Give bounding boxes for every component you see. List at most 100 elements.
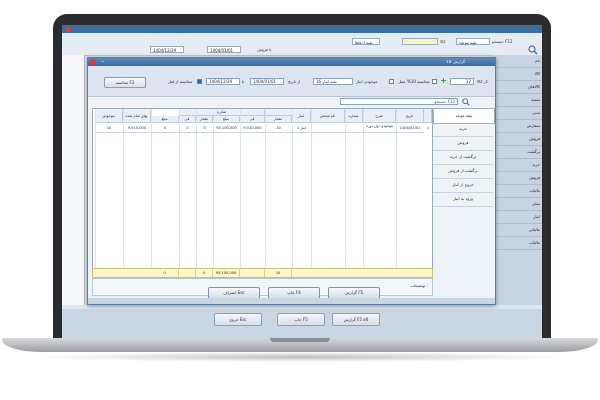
inventory-checkbox[interactable] — [389, 79, 394, 84]
tax-label: محاسبه 10% عمل — [398, 79, 430, 84]
bg-menu-item[interactable]: کالاهای — [492, 81, 542, 94]
table-header[interactable]: مقدار — [265, 116, 292, 123]
notes-panel: توضیحات : — [92, 278, 433, 296]
table-cell[interactable]: انبار 1 — [292, 123, 311, 133]
from-date-label: از تاریخ — [288, 79, 301, 84]
search-icon[interactable] — [528, 45, 538, 55]
bg-menu-item[interactable]: سایر — [492, 198, 542, 211]
table-header[interactable]: موجودی — [95, 109, 123, 123]
table-header[interactable]: مقدار — [196, 116, 213, 123]
table-header[interactable]: فی — [240, 116, 265, 123]
table-cell[interactable]: 9,510,000 — [240, 123, 265, 133]
calc-before-label: محاسبه از قبل — [168, 79, 193, 84]
table-cell[interactable]: 9,510,000 — [123, 123, 151, 133]
grid-line — [123, 109, 124, 269]
bg-check-label: تا فروش — [257, 47, 272, 52]
add-icon[interactable]: + — [440, 77, 447, 85]
bg-period-field[interactable]: بقیه ادعاها — [352, 38, 380, 45]
header-group-out: صادره — [179, 109, 265, 116]
from-date-input[interactable]: 1404/01/01 — [250, 78, 284, 85]
bg-menu-item[interactable]: مالیات — [492, 185, 542, 198]
grid-line — [311, 109, 312, 269]
bg-menu-item[interactable]: خرید — [492, 159, 542, 172]
bg-right-panel: نام کالا کالاهای شعبه مدیر سفارش فروش برگشت خرید… — [492, 55, 542, 305]
bg-profile-field[interactable]: بقیه موعید — [456, 38, 490, 45]
bg-account-field[interactable] — [402, 38, 438, 45]
table-cell[interactable]: 0 — [196, 123, 213, 133]
tax-checkbox[interactable] — [432, 79, 437, 84]
table-cell[interactable] — [311, 123, 345, 133]
inventory-report-dialog: – گزارش کالا محاسبه F2 از کالا: 12 + محا… — [87, 57, 496, 305]
bg-menu-item[interactable]: نام — [492, 55, 542, 68]
sidebar-item[interactable]: خروج از انبار — [433, 178, 493, 193]
sidebar-item[interactable]: برگشت از خرید — [433, 150, 493, 165]
total-cell — [179, 269, 196, 277]
from-code-label: از کالا: — [477, 79, 489, 84]
bg-toolbar: جستجو F12 بقیه موعید کالا بقیه ادعاها 14… — [62, 33, 542, 56]
dialog-footer — [88, 298, 495, 304]
to-date-label: تا — [242, 79, 245, 84]
minimize-icon[interactable]: – — [99, 59, 107, 65]
table-header[interactable]: مبلغ — [213, 116, 240, 123]
bg-menu-item[interactable]: مالیاتی — [492, 224, 542, 237]
calc-before-checkbox[interactable] — [197, 79, 202, 84]
inventory-label: موجودی انبار — [356, 79, 378, 84]
table-cell[interactable]: 95,100,000 — [213, 123, 240, 133]
search-input[interactable]: جستجو F12 — [340, 98, 458, 105]
bg-report-button[interactable]: گزارش F5 alt — [332, 313, 380, 326]
table-header[interactable]: تاریخ — [396, 109, 424, 123]
table-cell[interactable]: 0 — [151, 123, 179, 133]
sidebar-item[interactable]: فروش — [433, 136, 493, 151]
close-icon[interactable] — [66, 27, 71, 32]
bg-from-date[interactable]: 1404/01/01 — [207, 46, 241, 53]
table-cell[interactable] — [345, 123, 363, 133]
table-cell[interactable]: 0 — [179, 123, 196, 133]
table-cell[interactable]: 10 — [95, 123, 123, 133]
table-header[interactable]: نام شخص — [311, 109, 345, 123]
bg-menu-item[interactable]: مدیر — [492, 107, 542, 120]
table-cell[interactable]: 10 — [265, 123, 292, 133]
grid-line — [265, 109, 266, 269]
bg-menu-item[interactable]: برگشت — [492, 146, 542, 159]
bg-menu-item[interactable]: شعبه — [492, 94, 542, 107]
bg-exit-button[interactable]: خروج Esc — [214, 313, 262, 326]
sidebar-item[interactable]: خرید — [433, 122, 493, 137]
bg-menu-item[interactable]: مالیات — [492, 237, 542, 250]
from-code-input[interactable]: 12 — [450, 78, 474, 85]
grid-line — [345, 109, 346, 269]
table-header[interactable]: بهای تمام شده — [123, 109, 151, 123]
close-icon[interactable] — [90, 59, 96, 65]
grid-line — [396, 109, 397, 269]
dialog-title: گزارش کالا — [446, 59, 465, 64]
grid-line — [213, 109, 214, 269]
sidebar-item[interactable]: برگشت از فروش — [433, 164, 493, 179]
totals-row: 10 95,100,000 0 0 — [92, 268, 433, 278]
bg-title-bar — [62, 25, 542, 33]
search-icon[interactable] — [462, 98, 470, 106]
doc-type-sidebar: بقیه موعد خرید فروش برگشت از خرید برگشت از ف… — [433, 108, 495, 294]
to-date-input[interactable]: 1404/12/29 — [206, 78, 240, 85]
table-header[interactable]: شماره — [345, 109, 363, 123]
laptop-shadow — [30, 352, 570, 362]
bg-menu-item[interactable]: کالا — [492, 68, 542, 81]
bg-to-date[interactable]: 1404/12/29 — [150, 46, 184, 53]
inventory-select[interactable]: بقیه انبار 16 — [313, 78, 353, 85]
total-cell: 0 — [151, 269, 179, 277]
table-cell[interactable]: موجودی اول دوره — [363, 123, 396, 133]
bg-account-label: کالا — [440, 39, 446, 44]
table-header[interactable]: شرح — [363, 109, 396, 123]
grid-line — [363, 109, 364, 269]
row-indicator-header — [424, 109, 432, 123]
grid-line — [196, 109, 197, 269]
bg-menu-item[interactable]: فروش — [492, 172, 542, 185]
calculate-button[interactable]: محاسبه F2 — [104, 77, 146, 88]
sidebar-item[interactable]: ورود به انبار — [433, 192, 493, 207]
table-cell[interactable]: 1404/01/01 — [396, 123, 424, 133]
bg-print-button[interactable]: چاپ F5 — [277, 313, 325, 326]
bg-menu-item[interactable]: فروش — [492, 133, 542, 146]
table-header[interactable]: مبلغ — [151, 116, 179, 123]
bg-menu-item[interactable]: سفارش — [492, 120, 542, 133]
bg-menu-item[interactable]: انبار — [492, 211, 542, 224]
table-header[interactable]: انبار — [292, 109, 311, 123]
table-header[interactable]: فی — [179, 116, 196, 123]
